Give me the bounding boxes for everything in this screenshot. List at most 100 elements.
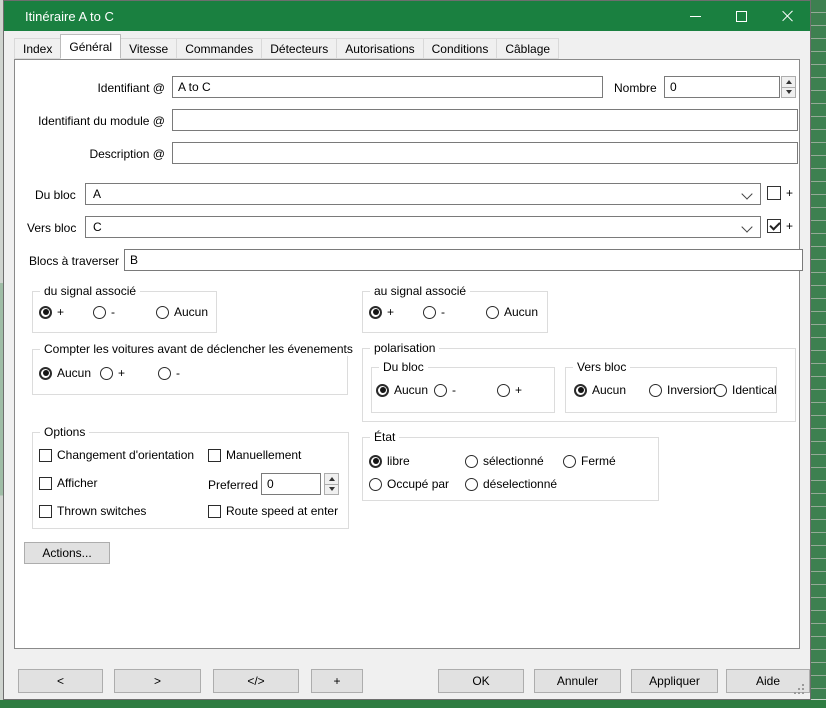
preferred-spinner (324, 473, 339, 495)
radio-icon (465, 478, 478, 491)
polarisation-group-title: polarisation (370, 341, 439, 355)
checkbox-label: Thrown switches (57, 504, 146, 518)
radio-polar-du-minus[interactable]: - (434, 383, 456, 397)
du-bloc-combobox[interactable]: A (85, 183, 761, 205)
chevron-down-icon (741, 221, 752, 232)
radio-du-signal-aucun[interactable]: Aucun (156, 305, 208, 319)
compter-group: Compter les voitures avant de déclencher… (32, 349, 348, 395)
tab-detecteurs[interactable]: Détecteurs (261, 38, 337, 59)
radio-du-signal-plus[interactable]: + (39, 305, 64, 319)
radio-du-signal-minus[interactable]: - (93, 305, 115, 319)
identifiant-input[interactable] (172, 76, 603, 98)
apply-button[interactable]: Appliquer (631, 669, 718, 693)
vers-bloc-plus-checkbox[interactable] (767, 219, 781, 233)
du-bloc-plus-checkbox[interactable] (767, 186, 781, 200)
etat-group: État libre sélectionné Fermé Occupé par (362, 437, 659, 501)
radio-etat-libre[interactable]: libre (369, 454, 410, 468)
radio-polar-du-plus[interactable]: + (497, 383, 522, 397)
options-group-title: Options (40, 425, 89, 439)
maximize-button[interactable] (718, 1, 764, 31)
vers-bloc-combobox[interactable]: C (85, 216, 761, 238)
polarisation-du-bloc-group: Du bloc Aucun - + (371, 367, 555, 413)
radio-label: + (118, 366, 125, 380)
radio-polar-vers-identical[interactable]: Identical (714, 383, 777, 397)
tab-commandes[interactable]: Commandes (176, 38, 262, 59)
checkbox-label: Afficher (57, 476, 97, 490)
tab-general[interactable]: Général (60, 34, 121, 59)
help-button[interactable]: Aide (726, 669, 810, 693)
nombre-input[interactable] (664, 76, 780, 98)
window-title: Itinéraire A to C (25, 9, 114, 24)
tab-index[interactable]: Index (14, 38, 61, 59)
radio-icon (376, 384, 389, 397)
tab-autorisations[interactable]: Autorisations (336, 38, 423, 59)
nombre-spin-down-button[interactable] (781, 87, 796, 99)
options-group: Options Changement d'orientation Manuell… (32, 432, 349, 529)
next-button[interactable]: > (114, 669, 201, 693)
radio-au-signal-aucun[interactable]: Aucun (486, 305, 538, 319)
radio-label: - (111, 305, 115, 319)
radio-polar-vers-inversion[interactable]: Inversion (649, 383, 716, 397)
polarisation-du-bloc-title: Du bloc (379, 360, 428, 374)
radio-icon (39, 306, 52, 319)
preferred-input[interactable] (261, 473, 321, 495)
radio-au-signal-minus[interactable]: - (423, 305, 445, 319)
polarisation-group: polarisation Du bloc Aucun - + (362, 348, 796, 422)
radio-label: + (57, 305, 64, 319)
compter-group-title: Compter les voitures avant de déclencher… (40, 342, 357, 356)
chevron-down-icon (741, 188, 752, 199)
minimize-button[interactable] (672, 1, 718, 31)
radio-polar-vers-aucun[interactable]: Aucun (574, 383, 626, 397)
module-label: Identifiant du module @ (15, 114, 165, 128)
radio-label: Aucun (592, 383, 626, 397)
radio-compter-minus[interactable]: - (158, 366, 180, 380)
plus-button[interactable]: + (311, 669, 363, 693)
radio-etat-occupe-par[interactable]: Occupé par (369, 477, 449, 491)
radio-au-signal-plus[interactable]: + (369, 305, 394, 319)
tab-cablage[interactable]: Câblage (496, 38, 559, 59)
cancel-button[interactable]: Annuler (534, 669, 621, 693)
radio-etat-selectionne[interactable]: sélectionné (465, 454, 544, 468)
preferred-spin-down-button[interactable] (324, 484, 339, 496)
checkbox-thrown-switches[interactable]: Thrown switches (39, 504, 146, 518)
checkbox-manuellement[interactable]: Manuellement (208, 448, 301, 462)
checkbox-afficher[interactable]: Afficher (39, 476, 97, 490)
screen: Itinéraire A to C Index Général Vitesse … (0, 0, 826, 708)
identifiant-label: Identifiant @ (15, 81, 165, 95)
radio-label: Aucun (394, 383, 428, 397)
close-button[interactable] (764, 1, 810, 31)
actions-button[interactable]: Actions... (24, 542, 110, 564)
description-label: Description @ (15, 147, 165, 161)
code-button[interactable]: </> (213, 669, 299, 693)
radio-icon (563, 455, 576, 468)
radio-label: Occupé par (387, 477, 449, 491)
prev-button[interactable]: < (18, 669, 103, 693)
arrow-up-icon (329, 477, 335, 481)
ok-button[interactable]: OK (438, 669, 524, 693)
checkbox-route-speed[interactable]: Route speed at enter (208, 504, 338, 518)
radio-icon (369, 455, 382, 468)
du-bloc-value: A (93, 187, 101, 201)
radio-label: déselectionné (483, 477, 557, 491)
blocs-traverser-input[interactable] (124, 249, 803, 271)
tab-vitesse[interactable]: Vitesse (120, 38, 177, 59)
radio-etat-deselectionne[interactable]: déselectionné (465, 477, 557, 491)
checkbox-changement-orientation[interactable]: Changement d'orientation (39, 448, 194, 462)
radio-compter-aucun[interactable]: Aucun (39, 366, 91, 380)
radio-icon (649, 384, 662, 397)
description-input[interactable] (172, 142, 798, 164)
tab-conditions[interactable]: Conditions (423, 38, 498, 59)
radio-etat-ferme[interactable]: Fermé (563, 454, 616, 468)
module-input[interactable] (172, 109, 798, 131)
radio-icon (714, 384, 727, 397)
background-app-bottom (0, 699, 826, 708)
du-bloc-label: Du bloc (35, 188, 76, 202)
radio-icon (423, 306, 436, 319)
resize-grip-icon[interactable] (802, 692, 804, 694)
radio-label: Fermé (581, 454, 616, 468)
radio-polar-du-aucun[interactable]: Aucun (376, 383, 428, 397)
radio-label: - (441, 305, 445, 319)
vers-bloc-plus-label: + (786, 219, 793, 233)
radio-compter-plus[interactable]: + (100, 366, 125, 380)
minimize-icon (690, 16, 701, 17)
